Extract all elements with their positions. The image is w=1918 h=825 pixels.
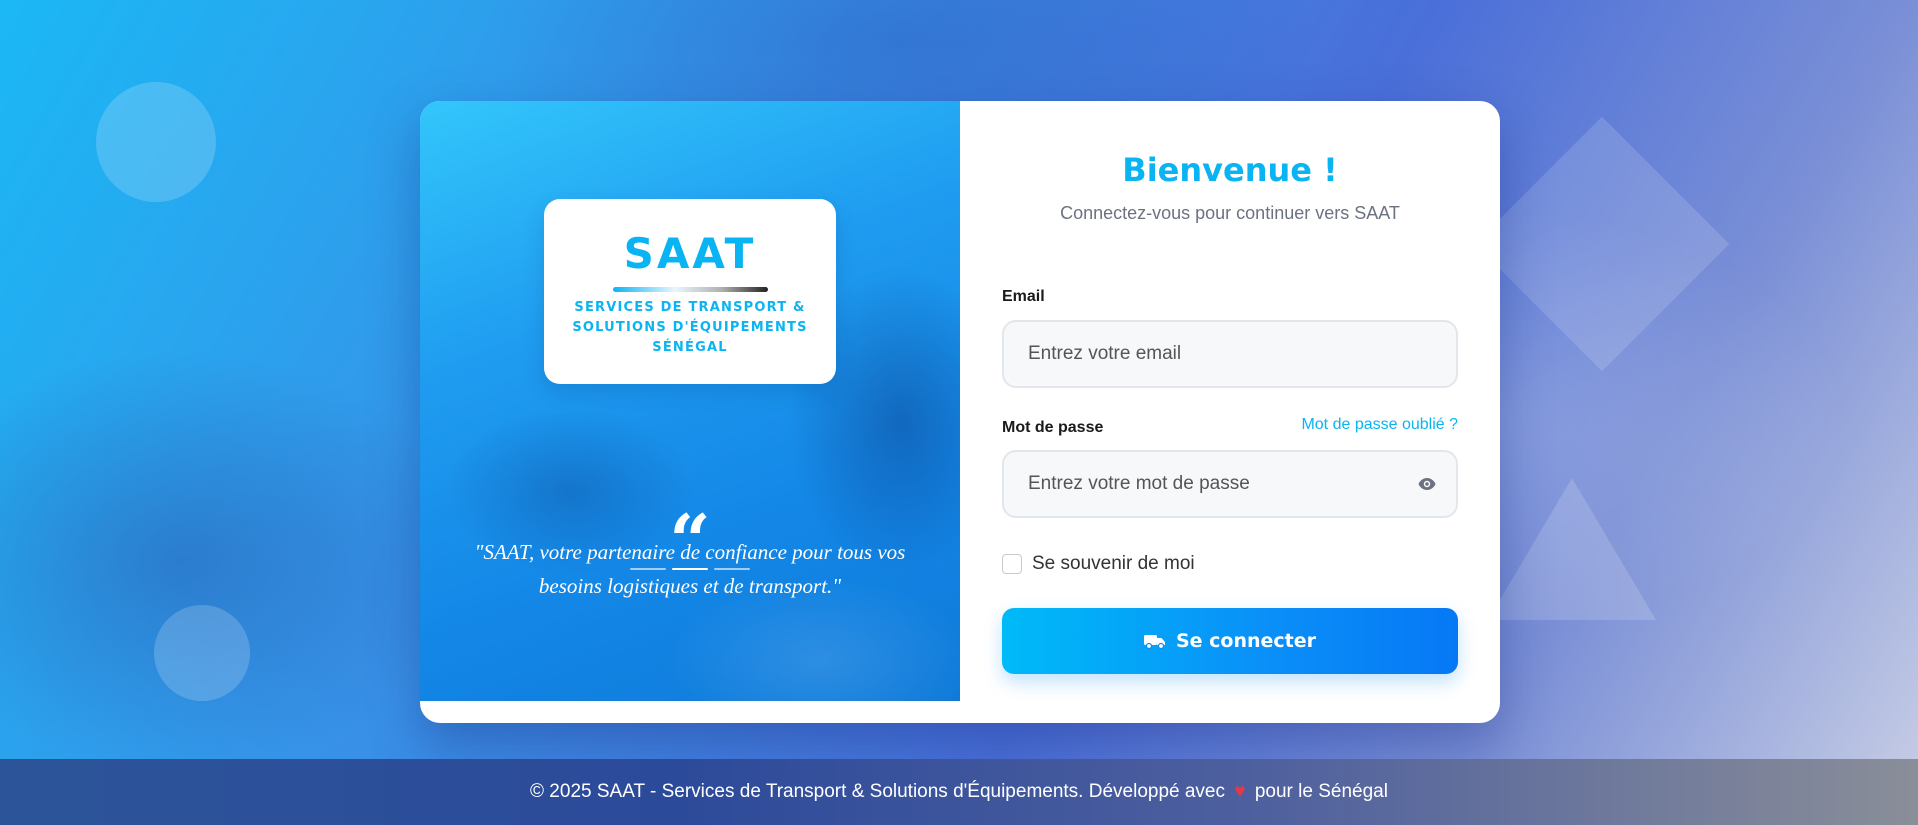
forgot-password-link[interactable]: Mot de passe oublié ?: [1301, 416, 1458, 434]
logo-underline: [612, 287, 768, 292]
login-button-label: Se connecter: [1175, 630, 1317, 652]
eye-icon[interactable]: [1418, 477, 1436, 491]
welcome-subtitle: Connectez-vous pour continuer vers SAAT: [1060, 203, 1400, 223]
logo-subtitle-line2: SOLUTIONS D'ÉQUIPEMENTS: [572, 320, 808, 335]
remember-label: Se souvenir de moi: [1032, 553, 1195, 574]
logo-card: SAAT SERVICES DE TRANSPORT & SOLUTIONS D…: [544, 199, 836, 384]
footer: © 2025 SAAT - Services de Transport & So…: [0, 759, 1918, 825]
logo-subtitle: SERVICES DE TRANSPORT & SOLUTIONS D'ÉQUI…: [544, 298, 836, 358]
brand-panel: SAAT SERVICES DE TRANSPORT & SOLUTIONS D…: [420, 101, 960, 701]
truck-icon: [1143, 635, 1165, 649]
logo-country: SÉNÉGAL: [652, 340, 728, 355]
decorative-triangle: [1488, 478, 1656, 620]
quote-divider: [630, 568, 750, 572]
footer-text-end: pour le Sénégal: [1254, 781, 1388, 802]
password-field[interactable]: [1002, 450, 1458, 518]
decorative-circle: [96, 82, 216, 202]
login-button[interactable]: Se connecter: [1002, 608, 1458, 674]
footer-text: © 2025 SAAT - Services de Transport & So…: [530, 781, 1225, 802]
email-label: Email: [1002, 288, 1045, 305]
logo-subtitle-line1: SERVICES DE TRANSPORT &: [574, 300, 806, 315]
welcome-title: Bienvenue !: [1122, 151, 1338, 189]
email-field[interactable]: [1002, 320, 1458, 388]
remember-checkbox[interactable]: [1002, 554, 1022, 574]
password-label: Mot de passe: [1002, 419, 1104, 436]
login-form-panel: Bienvenue ! Connectez-vous pour continue…: [960, 101, 1500, 723]
logo-title: SAAT: [623, 229, 757, 278]
login-card: SAAT SERVICES DE TRANSPORT & SOLUTIONS D…: [420, 101, 1500, 723]
heart-icon: ♥: [1234, 781, 1246, 802]
remember-me[interactable]: Se souvenir de moi: [1002, 553, 1195, 575]
decorative-circle: [154, 605, 250, 701]
